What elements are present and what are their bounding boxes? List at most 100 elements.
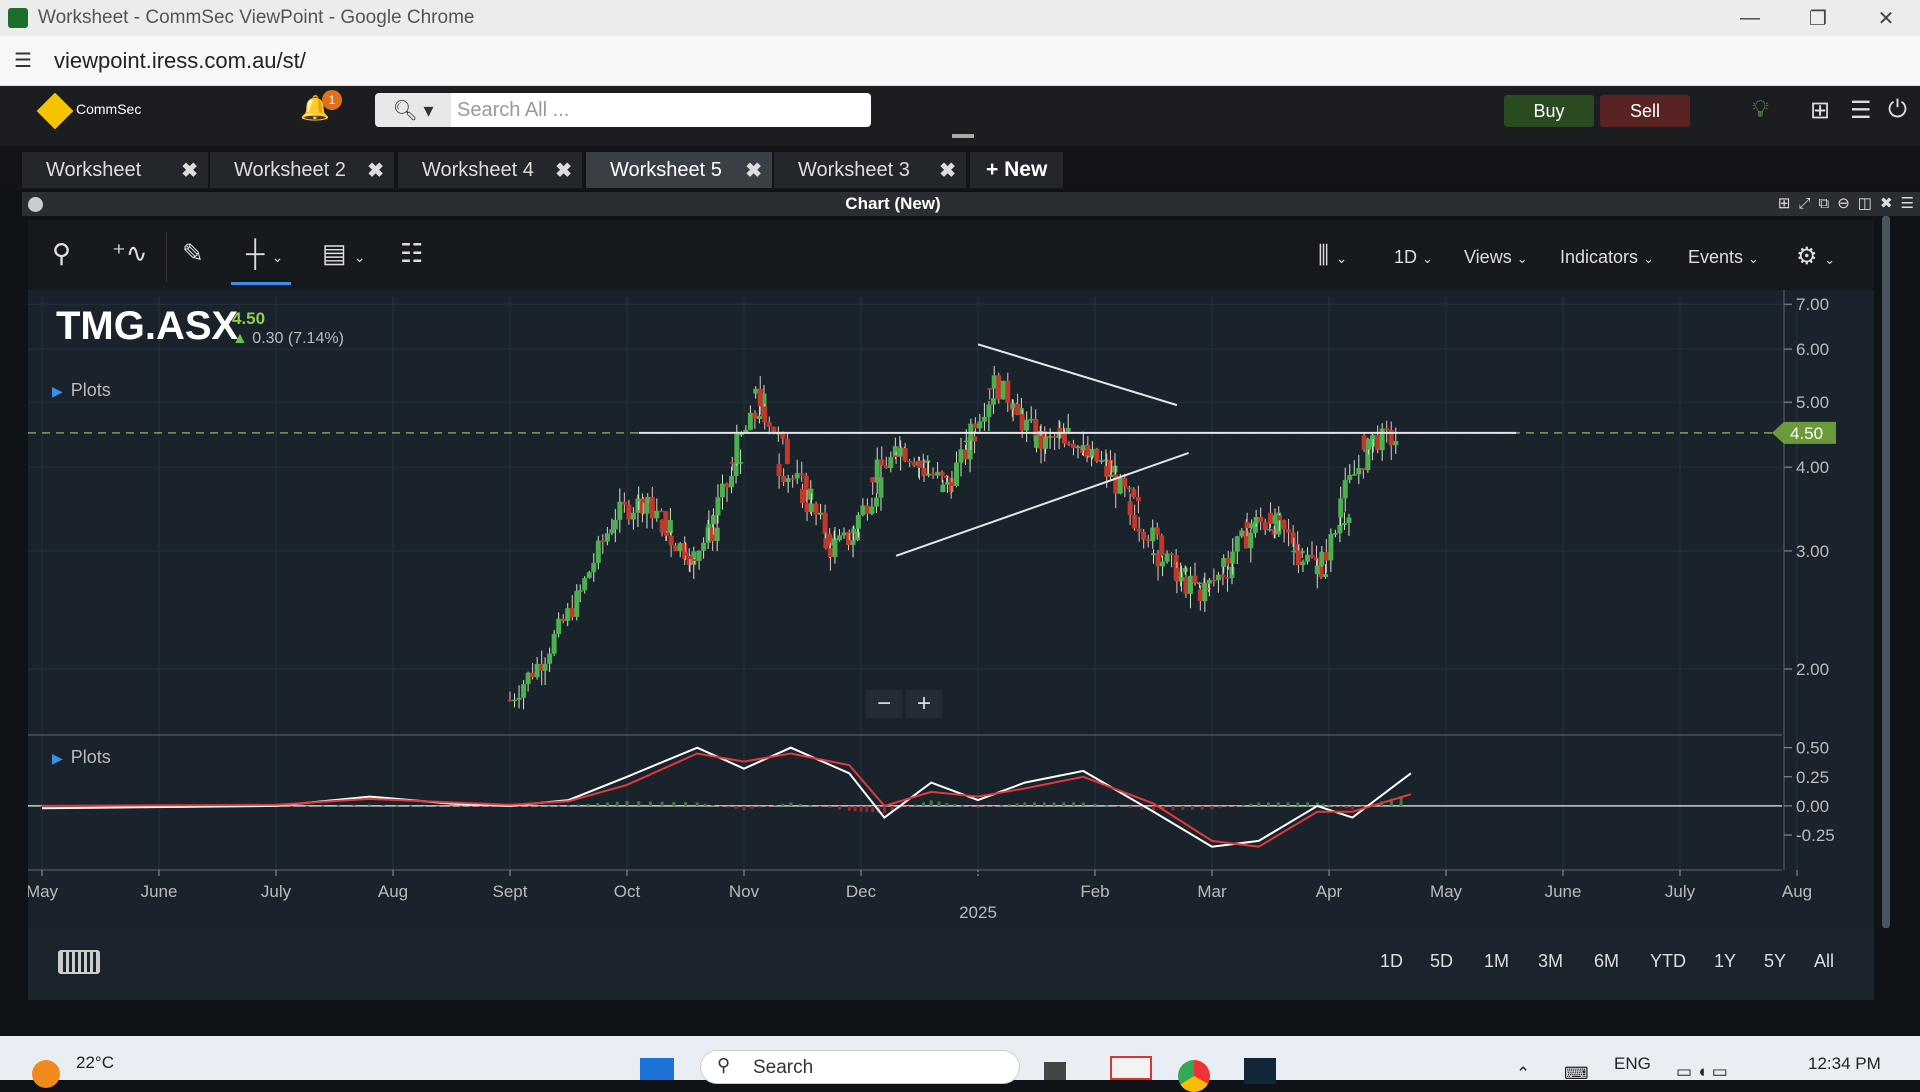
- search-dropdown-button[interactable]: 🔍︎ ▾: [375, 93, 451, 127]
- site-settings-icon[interactable]: ☰: [14, 48, 44, 73]
- range-1m[interactable]: 1M: [1484, 951, 1509, 972]
- tab-worksheet-4[interactable]: Worksheet 4 ✖: [398, 152, 582, 188]
- candle-body: [1197, 582, 1203, 585]
- candle-body: [1024, 419, 1030, 431]
- snipping-tool-icon[interactable]: [1110, 1056, 1152, 1080]
- plots-toggle-main[interactable]: ▶ Plots: [52, 380, 111, 401]
- range-6m[interactable]: 6M: [1594, 951, 1619, 972]
- panel-close-icon[interactable]: ✖: [1880, 192, 1893, 216]
- plots-toggle-indicator[interactable]: ▶ Plots: [52, 747, 111, 768]
- lightbulb-icon[interactable]: 💡︎: [1752, 96, 1769, 124]
- candle-body: [1047, 436, 1053, 438]
- weather-sun-icon[interactable]: [32, 1060, 60, 1088]
- candle-body: [1155, 553, 1161, 567]
- buy-button[interactable]: Buy: [1504, 95, 1594, 127]
- candle-body: [1122, 477, 1128, 488]
- panel-minimize-icon[interactable]: ⊖: [1837, 192, 1850, 216]
- panel-menu-icon[interactable]: ☰: [1901, 192, 1914, 216]
- tab-worksheet-2[interactable]: Worksheet 2 ✖: [210, 152, 394, 188]
- range-5d[interactable]: 5D: [1430, 951, 1453, 972]
- range-all[interactable]: All: [1814, 951, 1834, 972]
- menu-icon[interactable]: ☰: [1850, 96, 1872, 125]
- weather-temp[interactable]: 22°C: [76, 1053, 114, 1073]
- task-view-icon[interactable]: [1044, 1062, 1066, 1080]
- search-symbol-icon[interactable]: ⚲: [52, 238, 71, 269]
- close-tab-icon[interactable]: ✖: [555, 158, 572, 183]
- x-tick-label: Oct: [614, 882, 641, 901]
- candle-body: [940, 484, 946, 493]
- range-1d[interactable]: 1D: [1380, 951, 1403, 972]
- panel-expand-icon[interactable]: ⤢: [1798, 192, 1810, 216]
- tray-chevron-icon[interactable]: ⌃: [1516, 1064, 1530, 1084]
- close-window-icon[interactable]: ✕: [1852, 0, 1920, 36]
- price-chart-svg[interactable]: 7.00 6.00 5.00 4.00 3.00 2.00 4.50 0.50 0.25 0.00…: [26, 290, 1920, 930]
- indicators-dropdown[interactable]: Indicators ⌄: [1560, 247, 1654, 268]
- candle-body: [822, 512, 828, 534]
- histogram-bar: [1105, 805, 1109, 807]
- zoom-in-button[interactable]: +: [906, 690, 942, 718]
- candle-body: [953, 462, 959, 487]
- taskbar-search[interactable]: ⚲ Search: [700, 1050, 1020, 1084]
- y-tick-label: 2.00: [1796, 660, 1829, 679]
- histogram-bar: [1249, 803, 1253, 806]
- panel-popout-icon[interactable]: ⧉: [1818, 192, 1829, 216]
- histogram-bar: [290, 805, 294, 807]
- interval-dropdown[interactable]: 1D ⌄: [1394, 247, 1433, 268]
- restore-icon[interactable]: ❐: [1784, 0, 1852, 36]
- candle-body: [1244, 521, 1250, 529]
- views-dropdown[interactable]: Views ⌄: [1464, 247, 1528, 268]
- chrome-taskbar-icon[interactable]: [1178, 1060, 1210, 1092]
- histogram-bar: [537, 805, 541, 807]
- add-panel-icon[interactable]: ⊞: [1810, 96, 1830, 125]
- url-text[interactable]: viewpoint.iress.com.au/st/: [54, 48, 306, 74]
- comment-icon[interactable]: ▤ ⌄: [322, 238, 366, 269]
- close-tab-icon[interactable]: ✖: [745, 158, 762, 183]
- search-input[interactable]: [451, 93, 871, 127]
- histogram-bar: [750, 805, 754, 809]
- new-tab-button[interactable]: + New: [970, 152, 1064, 188]
- language-indicator[interactable]: ENG: [1614, 1054, 1651, 1074]
- panel-split-icon[interactable]: ◫: [1858, 192, 1872, 216]
- draw-pencil-icon[interactable]: ✎: [182, 238, 204, 269]
- viewpoint-taskbar-icon[interactable]: [1244, 1058, 1276, 1084]
- settings-gear-icon[interactable]: ⚙ ⌄: [1796, 242, 1835, 271]
- range-5y[interactable]: 5Y: [1764, 951, 1786, 972]
- network-volume-battery-icons[interactable]: ▭ ◖ ▭: [1676, 1062, 1728, 1082]
- crosshair-icon[interactable]: ┼ ⌄: [246, 238, 283, 269]
- histogram-bar: [409, 805, 413, 807]
- candle-body: [794, 473, 800, 479]
- windows-start-icon[interactable]: [640, 1058, 674, 1080]
- chart-area[interactable]: 7.00 6.00 5.00 4.00 3.00 2.00 4.50 0.50 0.25 0.00…: [26, 290, 1920, 930]
- chart-type-candle-icon[interactable]: ⫼ ⌄: [1318, 242, 1347, 270]
- tab-worksheet-5[interactable]: Worksheet 5 ✖: [586, 152, 772, 188]
- close-tab-icon[interactable]: ✖: [939, 158, 956, 183]
- tab-worksheet-3[interactable]: Worksheet 3 ✖: [774, 152, 966, 188]
- panel-add-icon[interactable]: ⊞: [1778, 192, 1791, 216]
- power-icon[interactable]: ⏻: [1888, 96, 1907, 124]
- keyboard-tray-icon[interactable]: ⌨: [1564, 1064, 1589, 1084]
- clock-time[interactable]: 12:34 PM: [1808, 1054, 1881, 1074]
- sell-button[interactable]: Sell: [1600, 95, 1690, 127]
- close-tab-icon[interactable]: ✖: [181, 158, 198, 183]
- vertical-scrollbar[interactable]: [1882, 216, 1890, 928]
- candle-body: [595, 540, 601, 563]
- candle-body: [1085, 445, 1091, 456]
- minimize-icon[interactable]: —: [1716, 0, 1784, 36]
- candle-body: [752, 412, 758, 419]
- close-tab-icon[interactable]: ✖: [367, 158, 384, 183]
- tab-worksheet[interactable]: Worksheet ✖: [22, 152, 208, 188]
- candle-body: [1080, 445, 1086, 451]
- candle-body: [516, 697, 522, 700]
- candle-body: [1015, 403, 1021, 415]
- data-table-icon[interactable]: ☷: [400, 238, 423, 269]
- events-dropdown[interactable]: Events ⌄: [1688, 247, 1759, 268]
- keyboard-icon[interactable]: [58, 950, 100, 974]
- candle-body: [1182, 567, 1188, 572]
- range-1y[interactable]: 1Y: [1714, 951, 1736, 972]
- zoom-out-button[interactable]: −: [866, 690, 902, 718]
- range-ytd[interactable]: YTD: [1650, 951, 1686, 972]
- drag-handle[interactable]: [952, 134, 974, 138]
- add-study-icon[interactable]: ⁺∿: [112, 238, 148, 269]
- tab-label: Worksheet 2: [234, 158, 346, 181]
- range-3m[interactable]: 3M: [1538, 951, 1563, 972]
